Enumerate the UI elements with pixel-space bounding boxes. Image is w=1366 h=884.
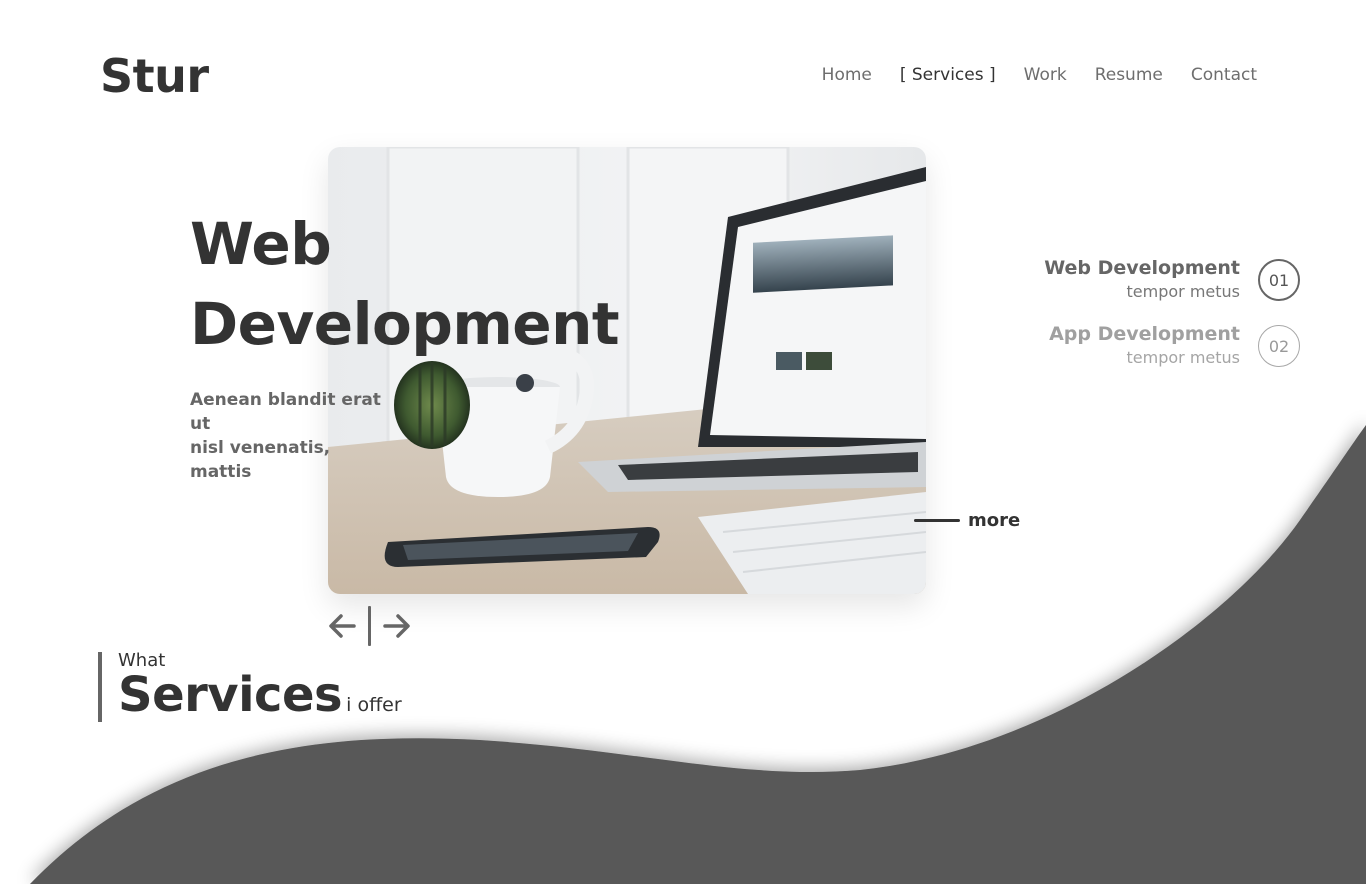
section-title: Services bbox=[118, 667, 343, 723]
section-heading: What Services i offer bbox=[98, 652, 402, 722]
more-label: more bbox=[968, 510, 1021, 531]
hero-description-line-2: nisl venenatis, mattis bbox=[190, 438, 331, 482]
prev-slide-button[interactable] bbox=[326, 606, 358, 646]
service-list: Web Development tempor metus 01 App Deve… bbox=[1044, 256, 1300, 388]
hero-description: Aenean blandit erat ut nisl venenatis, m… bbox=[190, 388, 395, 484]
service-title: App Development bbox=[1049, 323, 1240, 345]
slider-divider bbox=[368, 606, 371, 646]
service-text: App Development tempor metus bbox=[1049, 322, 1240, 370]
service-text: Web Development tempor metus bbox=[1044, 256, 1240, 304]
hero-title: Web Development bbox=[190, 204, 620, 364]
slider-nav bbox=[326, 606, 413, 646]
service-subtitle: tempor metus bbox=[1126, 348, 1241, 367]
nav-home[interactable]: Home bbox=[822, 63, 872, 87]
service-number-badge: 02 bbox=[1258, 325, 1300, 367]
service-item-web-development[interactable]: Web Development tempor metus 01 bbox=[1044, 256, 1300, 304]
arrow-right-icon bbox=[383, 614, 410, 638]
section-suffix: i offer bbox=[346, 694, 402, 716]
more-line bbox=[914, 519, 960, 522]
nav-contact[interactable]: Contact bbox=[1191, 63, 1257, 87]
next-slide-button[interactable] bbox=[381, 606, 413, 646]
arrow-left-icon bbox=[329, 614, 356, 638]
nav-resume[interactable]: Resume bbox=[1095, 63, 1163, 87]
logo[interactable]: Stur bbox=[100, 46, 209, 106]
service-subtitle: tempor metus bbox=[1126, 282, 1241, 301]
hero-title-line-1: Web bbox=[190, 210, 332, 278]
more-link[interactable]: more bbox=[914, 510, 1020, 531]
service-item-app-development[interactable]: App Development tempor metus 02 bbox=[1044, 322, 1300, 370]
hero-description-line-1: Aenean blandit erat ut bbox=[190, 390, 381, 434]
hero-title-line-2: Development bbox=[190, 290, 620, 358]
service-title: Web Development bbox=[1044, 257, 1240, 279]
nav-services[interactable]: [ Services ] bbox=[900, 63, 996, 87]
service-number-badge: 01 bbox=[1258, 259, 1300, 301]
main-nav: Home [ Services ] Work Resume Contact bbox=[822, 63, 1257, 87]
nav-work[interactable]: Work bbox=[1024, 63, 1067, 87]
